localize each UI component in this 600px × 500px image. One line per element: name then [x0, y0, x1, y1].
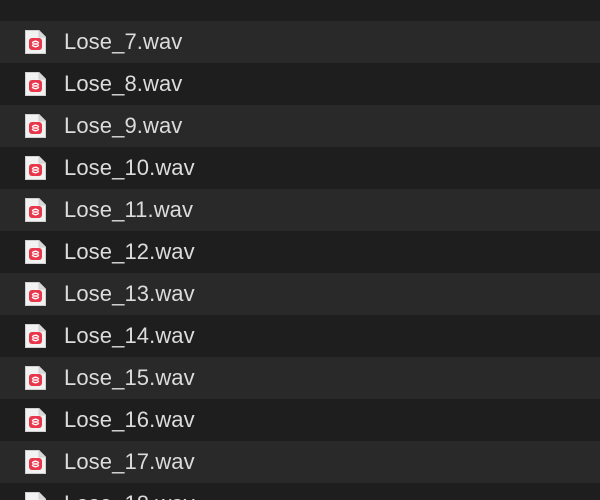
file-row[interactable]: Lose_8.wav — [0, 63, 600, 105]
file-row[interactable]: Lose_11.wav — [0, 189, 600, 231]
file-row[interactable]: Lose_15.wav — [0, 357, 600, 399]
file-name: Lose_17.wav — [64, 449, 195, 474]
file-name: Lose_13.wav — [64, 281, 195, 306]
audio-file-icon — [24, 113, 47, 139]
audio-file-icon — [24, 155, 47, 181]
file-name: Lose_8.wav — [64, 71, 183, 96]
file-rows: Lose_7.wav Lose_8.wav Lose_9.wav Lose_10… — [0, 0, 600, 500]
file-row[interactable]: Lose_7.wav — [0, 21, 600, 63]
file-row[interactable]: Lose_13.wav — [0, 273, 600, 315]
file-name: Lose_11.wav — [64, 197, 194, 222]
audio-file-icon — [24, 449, 47, 475]
file-row[interactable]: Lose_12.wav — [0, 231, 600, 273]
audio-file-icon — [24, 407, 47, 433]
file-row[interactable]: Lose_17.wav — [0, 441, 600, 483]
file-row-spacer — [0, 0, 600, 21]
audio-file-icon — [24, 365, 47, 391]
file-row[interactable]: Lose_10.wav — [0, 147, 600, 189]
file-name: Lose_7.wav — [64, 29, 183, 54]
file-list: Lose_7.wav Lose_8.wav Lose_9.wav Lose_10… — [0, 0, 600, 500]
audio-file-icon — [24, 491, 47, 500]
audio-file-icon — [24, 197, 47, 223]
audio-file-icon — [24, 281, 47, 307]
file-name: Lose_15.wav — [64, 365, 195, 390]
audio-file-icon — [24, 239, 47, 265]
audio-file-icon — [24, 71, 47, 97]
file-name: Lose_12.wav — [64, 239, 195, 264]
file-name: Lose_9.wav — [64, 113, 183, 138]
audio-file-icon — [24, 29, 47, 55]
file-row[interactable]: Lose_16.wav — [0, 399, 600, 441]
file-name: Lose_18.wav — [64, 483, 195, 500]
file-row[interactable]: Lose_9.wav — [0, 105, 600, 147]
file-name: Lose_14.wav — [64, 323, 195, 348]
file-row[interactable]: Lose_14.wav — [0, 315, 600, 357]
file-name: Lose_10.wav — [64, 155, 195, 180]
file-row[interactable]: Lose_18.wav — [0, 483, 600, 500]
file-name: Lose_16.wav — [64, 407, 195, 432]
audio-file-icon — [24, 323, 47, 349]
